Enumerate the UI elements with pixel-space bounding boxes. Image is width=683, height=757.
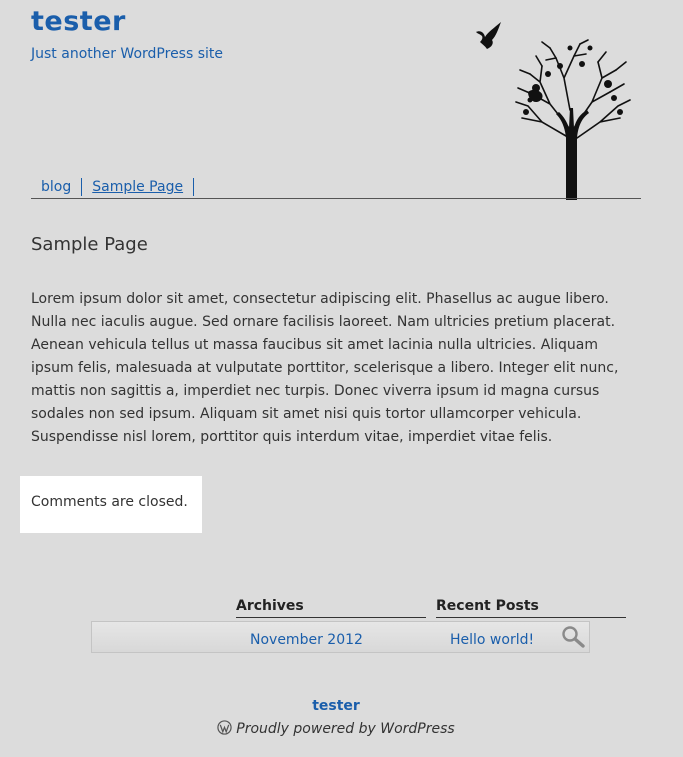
page-content: Lorem ipsum dolor sit amet, consectetur … [31,291,619,445]
page-title: Sample Page [31,234,148,255]
comments-closed-notice: Comments are closed. [20,476,202,533]
recent-posts-widget: Recent Posts Hello world! [436,598,626,648]
footer-site-title[interactable]: tester [0,698,672,714]
archives-widget-title: Archives [236,598,426,618]
wordpress-logo-icon [217,720,232,735]
nav-item-blog[interactable]: blog [31,178,83,196]
bird-and-tree-icon [476,22,631,200]
recent-posts-widget-title: Recent Posts [436,598,626,618]
powered-by: Proudly powered by WordPress [0,720,672,737]
powered-by-link[interactable]: Proudly powered by WordPress [236,721,454,737]
archives-widget: Archives November 2012 [236,598,426,648]
site-tagline: Just another WordPress site [31,46,224,62]
search-icon[interactable] [560,625,586,649]
footer-widgets: Archives November 2012 Recent Posts Hell… [91,598,631,658]
main-navigation: blog Sample Page [31,176,641,199]
nav-item-sample-page[interactable]: Sample Page [82,178,195,196]
recent-post-link[interactable]: Hello world! [436,632,626,648]
site-title[interactable]: tester [31,6,126,37]
archive-link[interactable]: November 2012 [236,632,426,648]
